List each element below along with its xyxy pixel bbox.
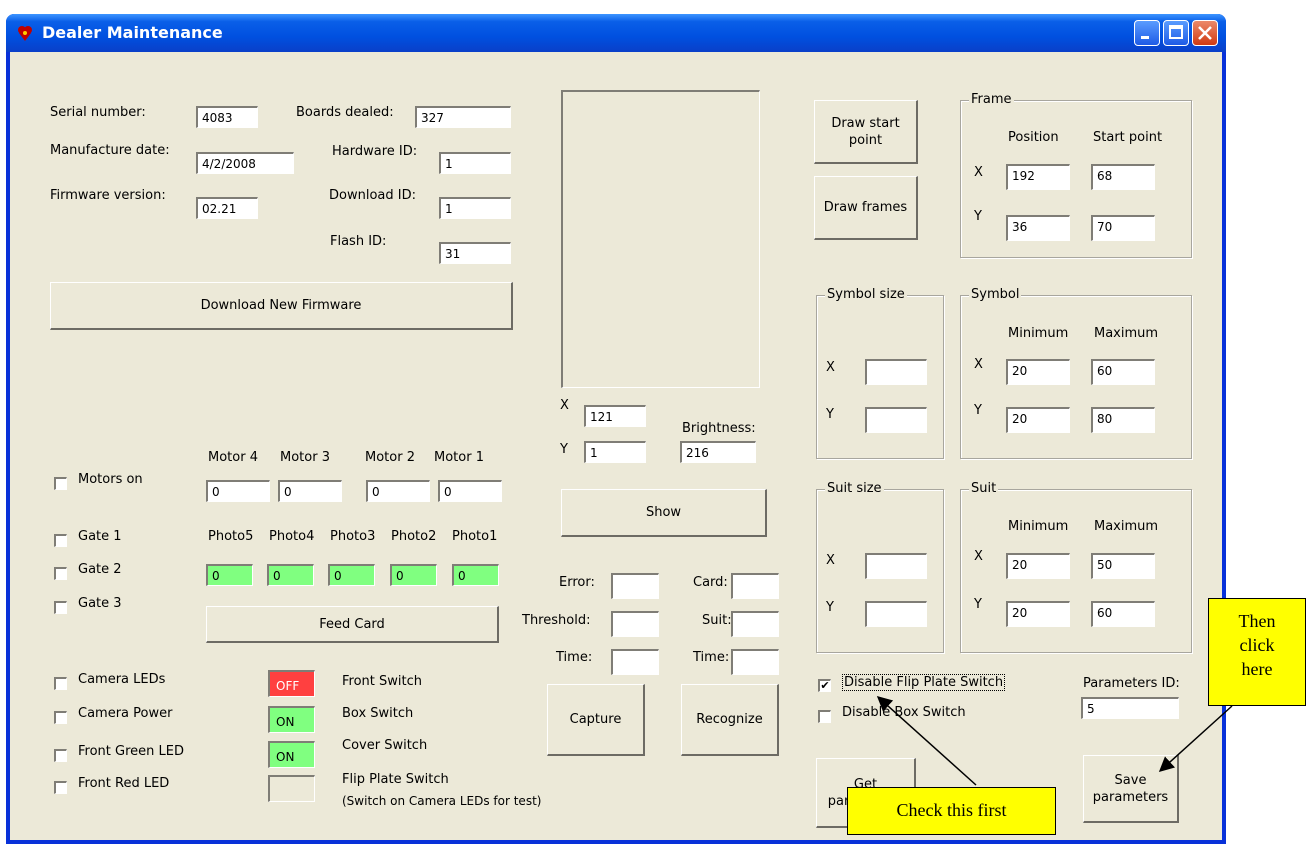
then-click-arrow [1158,705,1233,773]
check-this-first-callout: Check this first [847,787,1056,835]
check-first-arrow [876,695,977,786]
then-click-here-callout: Then click here [1208,598,1306,706]
annotation-arrows [876,695,1233,786]
